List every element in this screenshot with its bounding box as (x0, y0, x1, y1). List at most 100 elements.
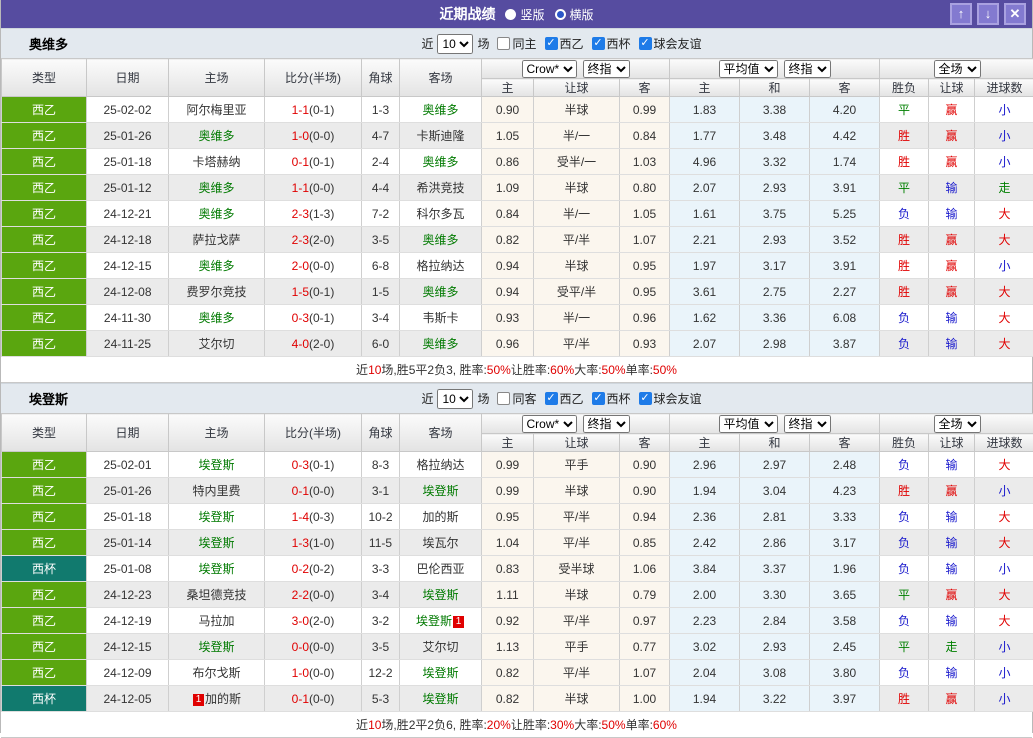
date-cell: 24-12-15 (87, 634, 169, 660)
score-cell: 0-3(0-1) (265, 305, 362, 331)
bookmaker-select[interactable]: Crow* (522, 60, 577, 78)
team-name: 希洪竞技 (416, 181, 464, 195)
handicap-cell: 半/一 (534, 201, 620, 227)
friendly-checkbox[interactable]: 球会友谊 (639, 35, 702, 52)
fulltime-score: 0-1 (292, 692, 309, 706)
close-button[interactable]: ✕ (1004, 3, 1026, 25)
corner-cell: 2-4 (362, 149, 400, 175)
home-team-cell: 奥维多 (169, 253, 265, 279)
summary-segment: 让胜率: (511, 361, 550, 378)
handicap-result-cell: 走 (929, 634, 975, 660)
fulltime-score: 2-2 (292, 588, 309, 602)
corner-cell: 7-2 (362, 201, 400, 227)
away-team-cell: 韦斯卡 (400, 305, 482, 331)
fulltime-score: 1-3 (292, 536, 309, 550)
league-checkbox[interactable]: 西乙 (545, 35, 584, 52)
match-count-select[interactable]: 10 (437, 389, 473, 409)
handicap-result-cell: 输 (929, 452, 975, 478)
league-checkbox[interactable]: 西乙 (545, 390, 584, 407)
avg-draw-cell: 3.32 (740, 149, 810, 175)
home-odds-cell: 0.96 (482, 331, 534, 357)
home-team-cell: 奥维多 (169, 201, 265, 227)
home-odds-cell: 1.13 (482, 634, 534, 660)
scope-select[interactable]: 全场 (934, 415, 981, 433)
avg-away-cell: 3.58 (810, 608, 880, 634)
away-team-cell: 加的斯 (400, 504, 482, 530)
corner-cell: 12-2 (362, 660, 400, 686)
average-select[interactable]: 平均值 (719, 415, 778, 433)
team-name: 奥维多 (198, 129, 234, 143)
section-controls: 埃登斯 近 10 场 同客 西乙 西杯 球会友谊 (1, 383, 1032, 413)
wdl-result-cell: 负 (880, 660, 929, 686)
subheader-home-odds: 主 (482, 79, 534, 97)
move-up-button[interactable]: ↑ (950, 3, 972, 25)
handicap-cell: 平/半 (534, 608, 620, 634)
halftime-score: (0-1) (309, 285, 334, 299)
handicap-result-cell: 输 (929, 556, 975, 582)
cup-checkbox-label: 西杯 (607, 390, 631, 407)
same-venue-label: 同主 (512, 35, 536, 52)
halftime-score: (0-0) (309, 129, 334, 143)
match-count-select[interactable]: 10 (437, 34, 473, 54)
league-cell: 西乙 (2, 175, 87, 201)
move-down-button[interactable]: ↓ (977, 3, 999, 25)
avg-draw-cell: 2.97 (740, 452, 810, 478)
away-odds-cell: 0.95 (620, 279, 670, 305)
fulltime-score: 0-3 (292, 311, 309, 325)
halftime-score: (0-1) (309, 103, 334, 117)
score-cell: 4-0(2-0) (265, 331, 362, 357)
checkbox-checked-icon (592, 392, 605, 405)
score-cell: 1-5(0-1) (265, 279, 362, 305)
date-cell: 24-12-18 (87, 227, 169, 253)
same-venue-checkbox[interactable]: 同主 (497, 35, 536, 52)
avg-away-cell: 5.25 (810, 201, 880, 227)
league-cell: 西乙 (2, 478, 87, 504)
col-header-date: 日期 (87, 59, 169, 97)
cup-checkbox[interactable]: 西杯 (592, 35, 631, 52)
league-cell: 西乙 (2, 123, 87, 149)
average-select[interactable]: 平均值 (719, 60, 778, 78)
home-odds-cell: 0.95 (482, 504, 534, 530)
team-name: 奥维多 (198, 181, 234, 195)
avg-draw-cell: 3.37 (740, 556, 810, 582)
friendly-checkbox[interactable]: 球会友谊 (639, 390, 702, 407)
team-name: 奥维多 (422, 285, 458, 299)
avg-draw-cell: 2.98 (740, 331, 810, 357)
away-odds-cell: 0.77 (620, 634, 670, 660)
home-team-cell: 特内里费 (169, 478, 265, 504)
home-team-cell: 奥维多 (169, 123, 265, 149)
final-odds-select[interactable]: 终指 (583, 415, 630, 433)
bookmaker-select[interactable]: Crow* (522, 415, 577, 433)
team-name: 特内里费 (192, 484, 240, 498)
fulltime-score: 1-5 (292, 285, 309, 299)
away-odds-cell: 0.94 (620, 504, 670, 530)
checkbox-checked-icon (592, 37, 605, 50)
team-name: 科尔多瓦 (416, 207, 464, 221)
col-header-score: 比分(半场) (265, 59, 362, 97)
avg-draw-cell: 3.08 (740, 660, 810, 686)
home-odds-cell: 0.90 (482, 97, 534, 123)
avg-draw-cell: 2.75 (740, 279, 810, 305)
away-team-cell: 埃登斯 (400, 660, 482, 686)
avg-home-cell: 1.83 (670, 97, 740, 123)
score-cell: 1-4(0-3) (265, 504, 362, 530)
same-venue-checkbox[interactable]: 同客 (497, 390, 536, 407)
goals-result-cell: 小 (975, 556, 1033, 582)
scope-select[interactable]: 全场 (934, 60, 981, 78)
vertical-layout-radio[interactable]: 竖版 (505, 6, 544, 23)
away-team-cell: 格拉纳达 (400, 253, 482, 279)
league-checkbox-label: 西乙 (560, 390, 584, 407)
halftime-score: (0-3) (309, 510, 334, 524)
summary-segment: 20% (487, 718, 511, 732)
score-cell: 1-0(0-0) (265, 660, 362, 686)
final-odds-select-2[interactable]: 终指 (784, 415, 831, 433)
away-team-cell: 埃登斯 (400, 686, 482, 712)
avg-draw-cell: 3.22 (740, 686, 810, 712)
score-cell: 0-1(0-0) (265, 478, 362, 504)
final-odds-select-2[interactable]: 终指 (784, 60, 831, 78)
horizontal-layout-radio[interactable]: 横版 (555, 6, 594, 23)
final-odds-select[interactable]: 终指 (583, 60, 630, 78)
cup-checkbox[interactable]: 西杯 (592, 390, 631, 407)
handicap-result-cell: 赢 (929, 478, 975, 504)
score-cell: 3-0(2-0) (265, 608, 362, 634)
